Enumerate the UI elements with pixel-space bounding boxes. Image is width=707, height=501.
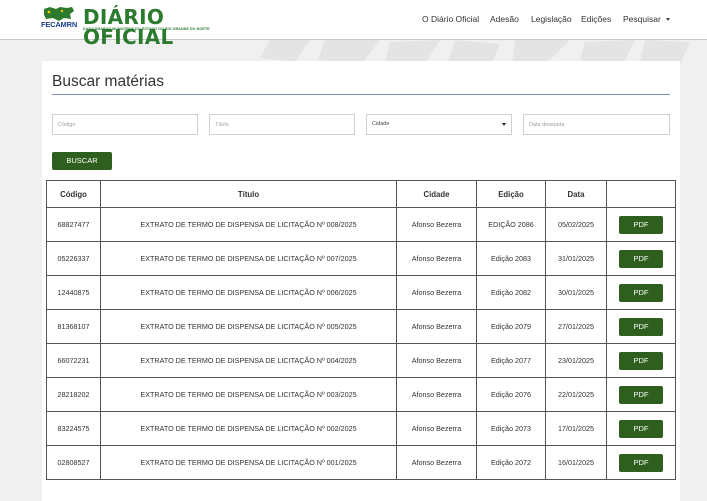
cell-cidade: Afonso Bezerra: [396, 445, 477, 480]
cell-cidade: Afonso Bezerra: [396, 241, 477, 276]
logo-subtitle: DAS CÂMARAS MUNICIPAIS DO ESTADO DO RIO …: [83, 27, 210, 31]
pdf-button[interactable]: PDF: [619, 453, 663, 472]
column-header-titulo: Título: [100, 180, 397, 208]
chevron-down-icon: [502, 123, 506, 126]
cidade-select[interactable]: Cidade: [366, 114, 512, 135]
site-logo[interactable]: FECAMRN DIÁRIO OFICIAL DAS CÂMARAS MUNIC…: [40, 6, 245, 47]
nav-pesquisar[interactable]: Pesquisar: [623, 14, 661, 24]
cell-data: 27/01/2025: [545, 309, 607, 344]
cell-edicao: Edição 2076: [476, 377, 546, 412]
chevron-down-icon[interactable]: [666, 18, 670, 21]
pdf-button[interactable]: PDF: [619, 215, 663, 234]
logo-abbreviation: FECAMRN: [40, 20, 78, 29]
table-row: 28218202 EXTRATO DE TERMO DE DISPENSA DE…: [46, 377, 676, 412]
cell-action: PDF: [606, 241, 676, 276]
cell-codigo: 02808527: [46, 445, 101, 480]
cell-titulo: EXTRATO DE TERMO DE DISPENSA DE LICITAÇÃ…: [100, 377, 397, 412]
cell-codigo: 05226337: [46, 241, 101, 276]
search-card: Buscar matérias Cidade BUSCAR Código Tít…: [42, 61, 680, 501]
cell-data: 17/01/2025: [545, 411, 607, 446]
column-header-data: Data: [545, 180, 607, 208]
table-row: 68827477 EXTRATO DE TERMO DE DISPENSA DE…: [46, 207, 676, 242]
column-header-codigo: Código: [46, 180, 101, 208]
cell-data: 23/01/2025: [545, 343, 607, 378]
cell-codigo: 81368107: [46, 309, 101, 344]
table-row: 12440875 EXTRATO DE TERMO DE DISPENSA DE…: [46, 275, 676, 310]
cell-action: PDF: [606, 445, 676, 480]
page-title: Buscar matérias: [52, 73, 164, 90]
cell-edicao: Edição 2079: [476, 309, 546, 344]
cell-codigo: 12440875: [46, 275, 101, 310]
cell-data: 22/01/2025: [545, 377, 607, 412]
cell-titulo: EXTRATO DE TERMO DE DISPENSA DE LICITAÇÃ…: [100, 343, 397, 378]
pdf-button[interactable]: PDF: [619, 283, 663, 302]
nav-edicoes[interactable]: Edições: [581, 14, 611, 24]
cell-codigo: 66072231: [46, 343, 101, 378]
cell-cidade: Afonso Bezerra: [396, 377, 477, 412]
cell-cidade: Afonso Bezerra: [396, 275, 477, 310]
cell-action: PDF: [606, 309, 676, 344]
cell-edicao: Edição 2083: [476, 241, 546, 276]
title-divider: [52, 94, 670, 95]
table-header-row: Código Título Cidade Edição Data: [46, 180, 676, 208]
cidade-select-value: Cidade: [372, 121, 390, 127]
titulo-input[interactable]: [209, 114, 355, 135]
column-header-cidade: Cidade: [396, 180, 477, 208]
cell-titulo: EXTRATO DE TERMO DE DISPENSA DE LICITAÇÃ…: [100, 207, 397, 242]
cell-codigo: 28218202: [46, 377, 101, 412]
cell-action: PDF: [606, 377, 676, 412]
table-row: 66072231 EXTRATO DE TERMO DE DISPENSA DE…: [46, 343, 676, 378]
top-navbar: FECAMRN DIÁRIO OFICIAL DAS CÂMARAS MUNIC…: [0, 0, 707, 47]
table-row: 05226337 EXTRATO DE TERMO DE DISPENSA DE…: [46, 241, 676, 276]
cell-cidade: Afonso Bezerra: [396, 207, 477, 242]
cell-titulo: EXTRATO DE TERMO DE DISPENSA DE LICITAÇÃ…: [100, 445, 397, 480]
codigo-input[interactable]: [52, 114, 198, 135]
cell-edicao: Edição 2073: [476, 411, 546, 446]
results-table: Código Título Cidade Edição Data 6882747…: [46, 180, 676, 480]
cell-action: PDF: [606, 411, 676, 446]
cell-data: 05/02/2025: [545, 207, 607, 242]
cell-data: 31/01/2025: [545, 241, 607, 276]
cell-edicao: Edição 2082: [476, 275, 546, 310]
column-header-edicao: Edição: [476, 180, 546, 208]
data-input[interactable]: [523, 114, 670, 135]
cell-titulo: EXTRATO DE TERMO DE DISPENSA DE LICITAÇÃ…: [100, 275, 397, 310]
cell-codigo: 83224575: [46, 411, 101, 446]
pdf-button[interactable]: PDF: [619, 419, 663, 438]
column-header-actions: [606, 180, 676, 208]
table-row: 02808527 EXTRATO DE TERMO DE DISPENSA DE…: [46, 445, 676, 480]
cell-edicao: Edição 2072: [476, 445, 546, 480]
cell-titulo: EXTRATO DE TERMO DE DISPENSA DE LICITAÇÃ…: [100, 241, 397, 276]
cell-data: 30/01/2025: [545, 275, 607, 310]
cell-cidade: Afonso Bezerra: [396, 309, 477, 344]
cell-action: PDF: [606, 207, 676, 242]
table-row: 83224575 EXTRATO DE TERMO DE DISPENSA DE…: [46, 411, 676, 446]
cell-titulo: EXTRATO DE TERMO DE DISPENSA DE LICITAÇÃ…: [100, 411, 397, 446]
nav-adesao[interactable]: Adesão: [490, 14, 519, 24]
cell-data: 16/01/2025: [545, 445, 607, 480]
pdf-button[interactable]: PDF: [619, 249, 663, 268]
cell-edicao: EDIÇÃO 2086: [476, 207, 546, 242]
pdf-button[interactable]: PDF: [619, 351, 663, 370]
rn-state-map-icon: FECAMRN: [40, 6, 78, 32]
cell-action: PDF: [606, 275, 676, 310]
cell-edicao: Edição 2077: [476, 343, 546, 378]
pdf-button[interactable]: PDF: [619, 385, 663, 404]
cell-action: PDF: [606, 343, 676, 378]
cell-codigo: 68827477: [46, 207, 101, 242]
cell-cidade: Afonso Bezerra: [396, 343, 477, 378]
cell-cidade: Afonso Bezerra: [396, 411, 477, 446]
nav-o-diario-oficial[interactable]: O Diário Oficial: [422, 14, 479, 24]
pdf-button[interactable]: PDF: [619, 317, 663, 336]
buscar-button[interactable]: BUSCAR: [52, 152, 112, 170]
nav-legislacao[interactable]: Legislação: [531, 14, 572, 24]
table-row: 81368107 EXTRATO DE TERMO DE DISPENSA DE…: [46, 309, 676, 344]
cell-titulo: EXTRATO DE TERMO DE DISPENSA DE LICITAÇÃ…: [100, 309, 397, 344]
